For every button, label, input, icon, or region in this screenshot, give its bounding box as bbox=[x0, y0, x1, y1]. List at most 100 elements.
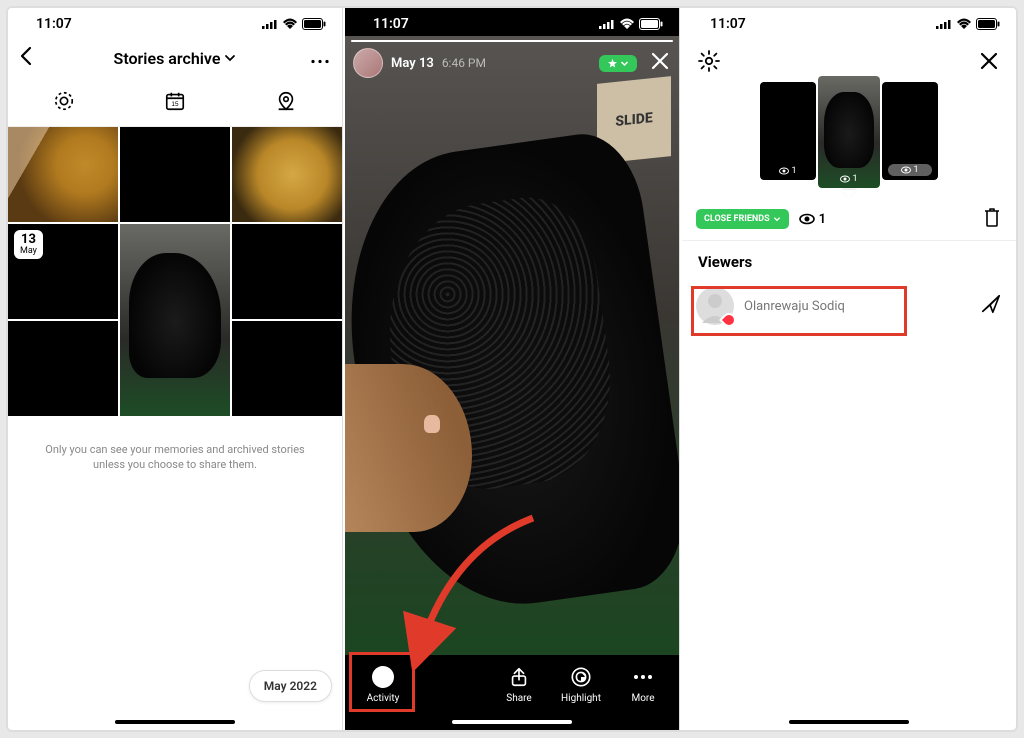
story-date-label: May 13 bbox=[391, 56, 434, 71]
back-button[interactable] bbox=[20, 46, 44, 70]
status-bar: 11:07 bbox=[345, 8, 679, 36]
status-bar: 11:07 bbox=[8, 8, 342, 36]
highlight-button[interactable]: Highlight bbox=[551, 665, 611, 704]
send-icon bbox=[980, 293, 1002, 315]
eye-icon bbox=[901, 166, 911, 174]
status-time: 11:07 bbox=[710, 16, 746, 32]
archive-grid: 13 May bbox=[8, 127, 342, 416]
viewers-summary-bar: CLOSE FRIENDS 1 bbox=[682, 198, 1016, 241]
status-indicators bbox=[936, 16, 1000, 32]
archive-tile[interactable] bbox=[8, 127, 118, 222]
status-indicators bbox=[262, 16, 326, 32]
highlight-label: Highlight bbox=[561, 693, 601, 704]
share-button[interactable]: Share bbox=[489, 665, 549, 704]
tab-location-icon[interactable] bbox=[231, 80, 342, 126]
archive-tile[interactable] bbox=[120, 127, 230, 222]
story-author-avatar[interactable] bbox=[353, 48, 383, 78]
story-action-bar: Activity Share Highlight More bbox=[345, 655, 679, 730]
share-icon bbox=[507, 665, 531, 689]
svg-text:15: 15 bbox=[171, 101, 179, 108]
close-icon bbox=[978, 50, 1000, 72]
date-badge-day: 13 bbox=[20, 233, 37, 247]
share-label: Share bbox=[506, 693, 531, 704]
month-pill-label: May 2022 bbox=[264, 679, 317, 693]
status-time: 11:07 bbox=[36, 16, 72, 32]
archive-tile[interactable] bbox=[232, 127, 342, 222]
chevron-down-icon bbox=[620, 59, 629, 68]
gear-icon bbox=[697, 49, 721, 73]
send-message-button[interactable] bbox=[980, 293, 1002, 319]
story-thumbnails: 1 1 1 bbox=[682, 78, 1016, 190]
highlight-icon bbox=[569, 665, 593, 689]
story-header: May 13 6:46 PM bbox=[353, 48, 671, 78]
screen-story-viewer: 11:07 May 13 6:46 PM bbox=[345, 8, 680, 730]
delete-button[interactable] bbox=[982, 206, 1002, 232]
eye-icon bbox=[779, 167, 789, 175]
more-icon bbox=[631, 665, 655, 689]
viewer-avatar bbox=[696, 287, 734, 325]
close-friends-pill[interactable]: CLOSE FRIENDS bbox=[696, 209, 789, 229]
viewers-heading: Viewers bbox=[682, 241, 1016, 279]
archive-tabs: 15 bbox=[8, 80, 342, 127]
activity-label: Activity bbox=[367, 693, 400, 704]
status-time: 11:07 bbox=[373, 16, 409, 32]
close-friends-badge[interactable] bbox=[599, 55, 637, 72]
archive-title-dropdown[interactable]: Stories archive bbox=[44, 49, 306, 68]
close-button[interactable] bbox=[649, 50, 671, 77]
archive-title-label: Stories archive bbox=[114, 49, 221, 68]
status-bar: 11:07 bbox=[682, 8, 1016, 36]
battery-icon bbox=[976, 16, 1000, 32]
story-thumbnail-selected[interactable]: 1 bbox=[818, 76, 880, 188]
story-thumbnail[interactable]: 1 bbox=[760, 82, 816, 180]
cellular-signal-icon bbox=[936, 16, 952, 32]
more-options-button[interactable] bbox=[306, 49, 330, 68]
story-time-label: 6:46 PM bbox=[442, 56, 486, 70]
archive-tile[interactable] bbox=[8, 321, 118, 416]
tab-reel-icon[interactable] bbox=[8, 80, 119, 126]
story-thumbnail[interactable]: 1 bbox=[882, 82, 938, 180]
screen-story-viewers: 11:07 bbox=[682, 8, 1016, 730]
home-indicator[interactable] bbox=[115, 720, 235, 724]
trash-icon bbox=[982, 206, 1002, 228]
star-icon bbox=[607, 58, 618, 69]
archive-tile[interactable] bbox=[232, 224, 342, 319]
date-badge-month: May bbox=[20, 246, 37, 256]
battery-icon bbox=[639, 16, 663, 32]
story-image bbox=[345, 96, 679, 655]
story-content[interactable]: May 13 6:46 PM SLIDE bbox=[345, 36, 679, 655]
month-filter-pill[interactable]: May 2022 bbox=[249, 670, 332, 702]
viewer-row[interactable]: Olanrewaju Sodiq bbox=[682, 279, 1016, 333]
chevron-down-icon bbox=[773, 215, 781, 223]
selected-caret-icon bbox=[841, 190, 857, 198]
eye-icon bbox=[799, 213, 815, 225]
eye-icon bbox=[840, 175, 850, 183]
home-indicator[interactable] bbox=[789, 720, 909, 724]
wifi-icon bbox=[956, 16, 972, 32]
cellular-signal-icon bbox=[262, 16, 278, 32]
settings-button[interactable] bbox=[696, 48, 722, 74]
activity-avatar-icon bbox=[372, 666, 394, 688]
date-badge: 13 May bbox=[14, 230, 43, 259]
close-friends-pill-label: CLOSE FRIENDS bbox=[704, 214, 770, 224]
thumbnail-view-count: 1 bbox=[760, 166, 816, 176]
activity-button[interactable]: Activity bbox=[351, 665, 415, 704]
home-indicator[interactable] bbox=[452, 720, 572, 724]
wifi-icon bbox=[619, 16, 635, 32]
cellular-signal-icon bbox=[599, 16, 615, 32]
wifi-icon bbox=[282, 16, 298, 32]
archive-privacy-note: Only you can see your memories and archi… bbox=[8, 416, 342, 499]
story-progress-bar bbox=[351, 40, 673, 42]
more-button[interactable]: More bbox=[613, 665, 673, 704]
battery-icon bbox=[302, 16, 326, 32]
status-indicators bbox=[599, 16, 663, 32]
thumbnail-view-count: 1 bbox=[818, 174, 880, 184]
thumbnail-view-count: 1 bbox=[888, 164, 932, 176]
more-label: More bbox=[631, 693, 654, 704]
total-views-count: 1 bbox=[819, 212, 826, 227]
chevron-down-icon bbox=[224, 52, 236, 64]
archive-tile[interactable] bbox=[232, 321, 342, 416]
close-button[interactable] bbox=[976, 48, 1002, 74]
tab-calendar-icon[interactable]: 15 bbox=[119, 80, 230, 126]
archive-tile[interactable]: 13 May bbox=[8, 224, 118, 319]
archive-tile-selected[interactable] bbox=[120, 224, 230, 416]
